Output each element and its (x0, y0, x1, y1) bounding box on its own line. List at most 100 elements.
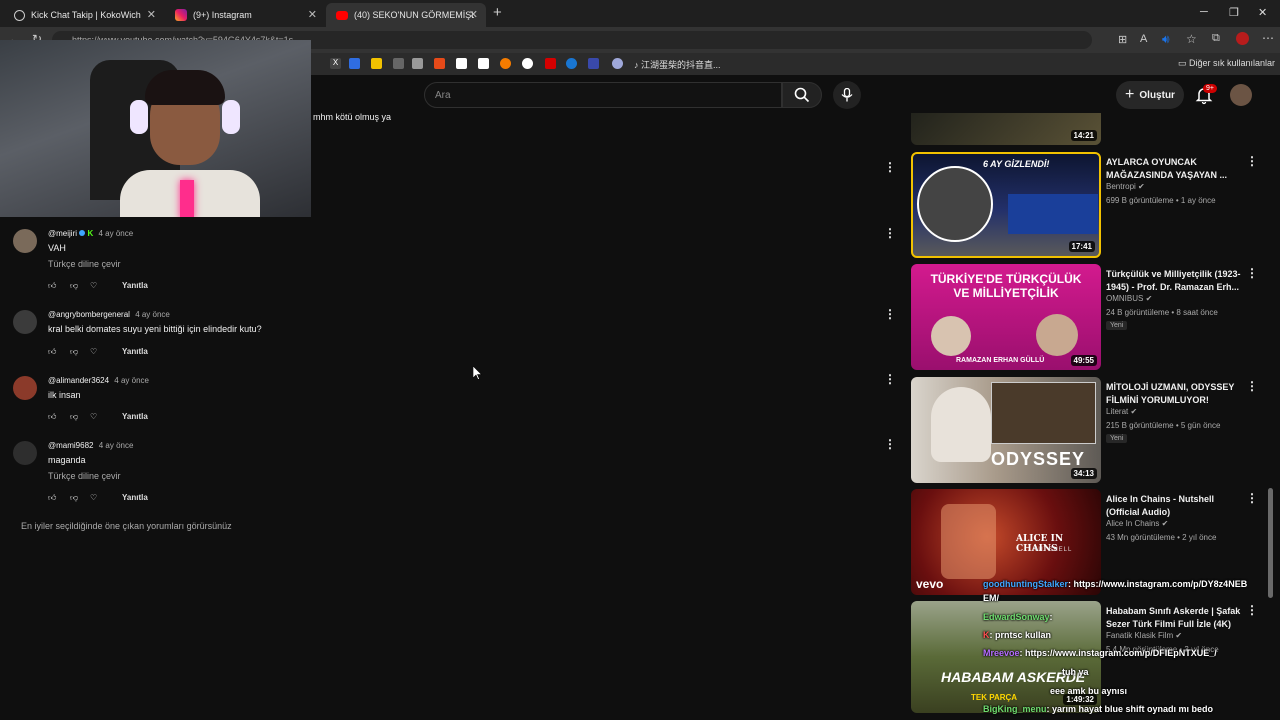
channel-name[interactable]: Bentropi ✔ (1106, 182, 1145, 191)
reply-button[interactable]: Yanıtla (122, 493, 148, 502)
recommended-video[interactable]: 6 AY GİZLENDİ! 17:41 AYLARCA OYUNCAK MAĞ… (911, 152, 1261, 260)
bookmark-icon[interactable] (612, 58, 623, 69)
app-icon[interactable]: ⊞ (1118, 33, 1127, 46)
dislike-icon[interactable]: 👎︎ (70, 412, 78, 422)
minimize-icon[interactable]: ─ (1200, 6, 1208, 18)
menu-dots-icon[interactable]: ⋯ (1262, 31, 1274, 45)
video-thumbnail[interactable]: TÜRKİYE'DE TÜRKÇÜLÜK VE MİLLİYETÇİLİK RA… (911, 264, 1101, 370)
other-bookmarks-folder[interactable]: ▭ Diğer sık kullanılanlar (1178, 58, 1275, 69)
recommended-video[interactable]: 14:21 (911, 113, 1261, 147)
channel-name[interactable]: Fanatik Klasik Film ✔ (1106, 631, 1182, 640)
extensions-icon[interactable]: ⧉ (1212, 32, 1220, 45)
more-options-icon[interactable]: ⋮ (884, 372, 896, 386)
channel-name[interactable]: OMNIBUS ✔ (1106, 294, 1152, 303)
comment-author[interactable]: @mami9682 4 ay önce (48, 441, 133, 450)
bookmark-icon[interactable] (500, 58, 511, 69)
x-icon[interactable]: X (330, 58, 341, 69)
reply-button[interactable]: Yanıtla (122, 347, 148, 356)
search-input[interactable]: Ara (424, 82, 782, 108)
account-avatar[interactable] (1230, 84, 1252, 106)
avatar[interactable] (13, 229, 37, 253)
like-icon[interactable]: 👍︎ (48, 493, 56, 503)
bookmark-icon[interactable] (566, 58, 577, 69)
video-title[interactable]: AYLARCA OYUNCAK MAĞAZASINDA YAŞAYAN ... (1106, 156, 1241, 182)
like-icon[interactable]: 👍︎ (48, 412, 56, 422)
close-tab-icon[interactable]: ✕ (469, 8, 478, 21)
store-building (1008, 194, 1098, 234)
bookmark-icon[interactable] (545, 58, 556, 69)
chat-text: https://www.instagram.com/p/DFIEpNTXUE_/ (1025, 648, 1217, 658)
video-thumbnail[interactable]: 6 AY GİZLENDİ! 17:41 (911, 152, 1101, 258)
youtube-icon (336, 10, 348, 20)
like-icon[interactable]: 👍︎ (48, 347, 56, 357)
read-aloud-icon[interactable]: A (1140, 33, 1147, 45)
bookmark-icon[interactable] (412, 58, 423, 69)
translate-link[interactable]: Türkçe diline çevir (48, 471, 121, 481)
dislike-icon[interactable]: 👎︎ (70, 493, 78, 503)
close-tab-icon[interactable]: ✕ (147, 8, 156, 21)
avatar[interactable] (13, 441, 37, 465)
like-icon[interactable]: 👍︎ (48, 281, 56, 291)
author-name: @alimander3624 (48, 376, 110, 385)
bookmark-icon[interactable] (393, 58, 404, 69)
bookmark-icon[interactable] (349, 58, 360, 69)
video-title[interactable]: MİTOLOJİ UZMANI, ODYSSEY FİLMİNİ YORUMLU… (1106, 381, 1241, 407)
video-title[interactable]: Alice In Chains - Nutshell (Official Aud… (1106, 493, 1241, 519)
more-options-icon[interactable]: ⋮ (884, 226, 896, 240)
channel-name[interactable]: Literat ✔ (1106, 407, 1137, 416)
bookmark-icon[interactable] (371, 58, 382, 69)
more-options-icon[interactable]: ⋮ (884, 307, 896, 321)
reply-button[interactable]: Yanıtla (122, 281, 148, 290)
voice-search-button[interactable] (833, 81, 861, 109)
comment-thread: @mami9682 4 ay önce maganda Türkçe dilin… (0, 437, 300, 507)
video-thumbnail[interactable]: ODYSSEY 34:13 (911, 377, 1101, 483)
more-options-icon[interactable]: ⋮ (1246, 603, 1258, 617)
tab-kick-chat[interactable]: Kick Chat Takip | KokoWich ✕ (4, 3, 164, 27)
reply-button[interactable]: Yanıtla (122, 412, 148, 421)
tab-youtube-active[interactable]: (40) SEKO'NUN GÖRMEMİŞLERLE ✕ (326, 3, 486, 27)
dislike-icon[interactable]: 👎︎ (70, 281, 78, 291)
audio-icon[interactable]: 🔊︎ (1162, 32, 1170, 47)
heart-icon[interactable]: ♡ (90, 281, 97, 290)
search-icon (794, 87, 810, 103)
more-options-icon[interactable]: ⋮ (1246, 379, 1258, 393)
patreon-icon[interactable] (456, 58, 467, 69)
bookmark-icon[interactable] (588, 58, 599, 69)
favorite-icon[interactable]: ☆ (1186, 32, 1197, 46)
close-tab-icon[interactable]: ✕ (308, 8, 317, 21)
bookmark-icon[interactable] (434, 58, 445, 69)
comment-author[interactable]: @angrybombergeneral 4 ay önce (48, 310, 170, 319)
heart-icon[interactable]: ♡ (90, 493, 97, 502)
more-options-icon[interactable]: ⋮ (1246, 266, 1258, 280)
maximize-icon[interactable]: ❐ (1229, 6, 1239, 19)
avatar[interactable] (13, 376, 37, 400)
tab-instagram[interactable]: (9+) Instagram ✕ (165, 3, 325, 27)
comment-author[interactable]: @meijiri K 4 ay önce (48, 229, 133, 238)
recommended-video[interactable]: ODYSSEY 34:13 MİTOLOJİ UZMANI, ODYSSEY F… (911, 377, 1261, 485)
avatar[interactable] (13, 310, 37, 334)
heart-icon[interactable]: ♡ (90, 347, 97, 356)
bookmark-icon[interactable] (478, 58, 489, 69)
video-title[interactable]: Hababam Sınıfı Askerde | Şafak Sezer Tür… (1106, 605, 1241, 631)
dislike-icon[interactable]: 👎︎ (70, 347, 78, 357)
more-options-icon[interactable]: ⋮ (1246, 491, 1258, 505)
video-thumbnail[interactable]: 14:21 (911, 113, 1101, 145)
create-button[interactable]: + Oluştur (1116, 81, 1184, 109)
translate-link[interactable]: Türkçe diline çevir (48, 259, 121, 269)
search-button[interactable] (782, 82, 822, 108)
new-tab-icon[interactable]: + (493, 4, 502, 21)
heart-icon[interactable]: ♡ (90, 412, 97, 421)
close-window-icon[interactable]: ✕ (1258, 6, 1267, 19)
bookmark-icon[interactable] (522, 58, 533, 69)
page-scrollbar[interactable] (1268, 488, 1273, 598)
channel-name[interactable]: Alice In Chains ✔ (1106, 519, 1168, 528)
video-title[interactable]: Türkçülük ve Milliyetçilik (1923-1945) -… (1106, 268, 1241, 294)
more-options-icon[interactable]: ⋮ (1246, 154, 1258, 168)
comment-author[interactable]: @alimander3624 4 ay önce (48, 376, 149, 385)
tiktok-bookmark[interactable]: ♪ 江湖蛋柴的抖音直... (634, 58, 721, 71)
more-options-icon[interactable]: ⋮ (884, 437, 896, 451)
profile-icon[interactable] (1236, 32, 1249, 45)
more-options-icon[interactable]: ⋮ (884, 160, 896, 174)
recommended-video[interactable]: TÜRKİYE'DE TÜRKÇÜLÜK VE MİLLİYETÇİLİK RA… (911, 264, 1261, 372)
comment-text: ilk insan (48, 390, 81, 400)
